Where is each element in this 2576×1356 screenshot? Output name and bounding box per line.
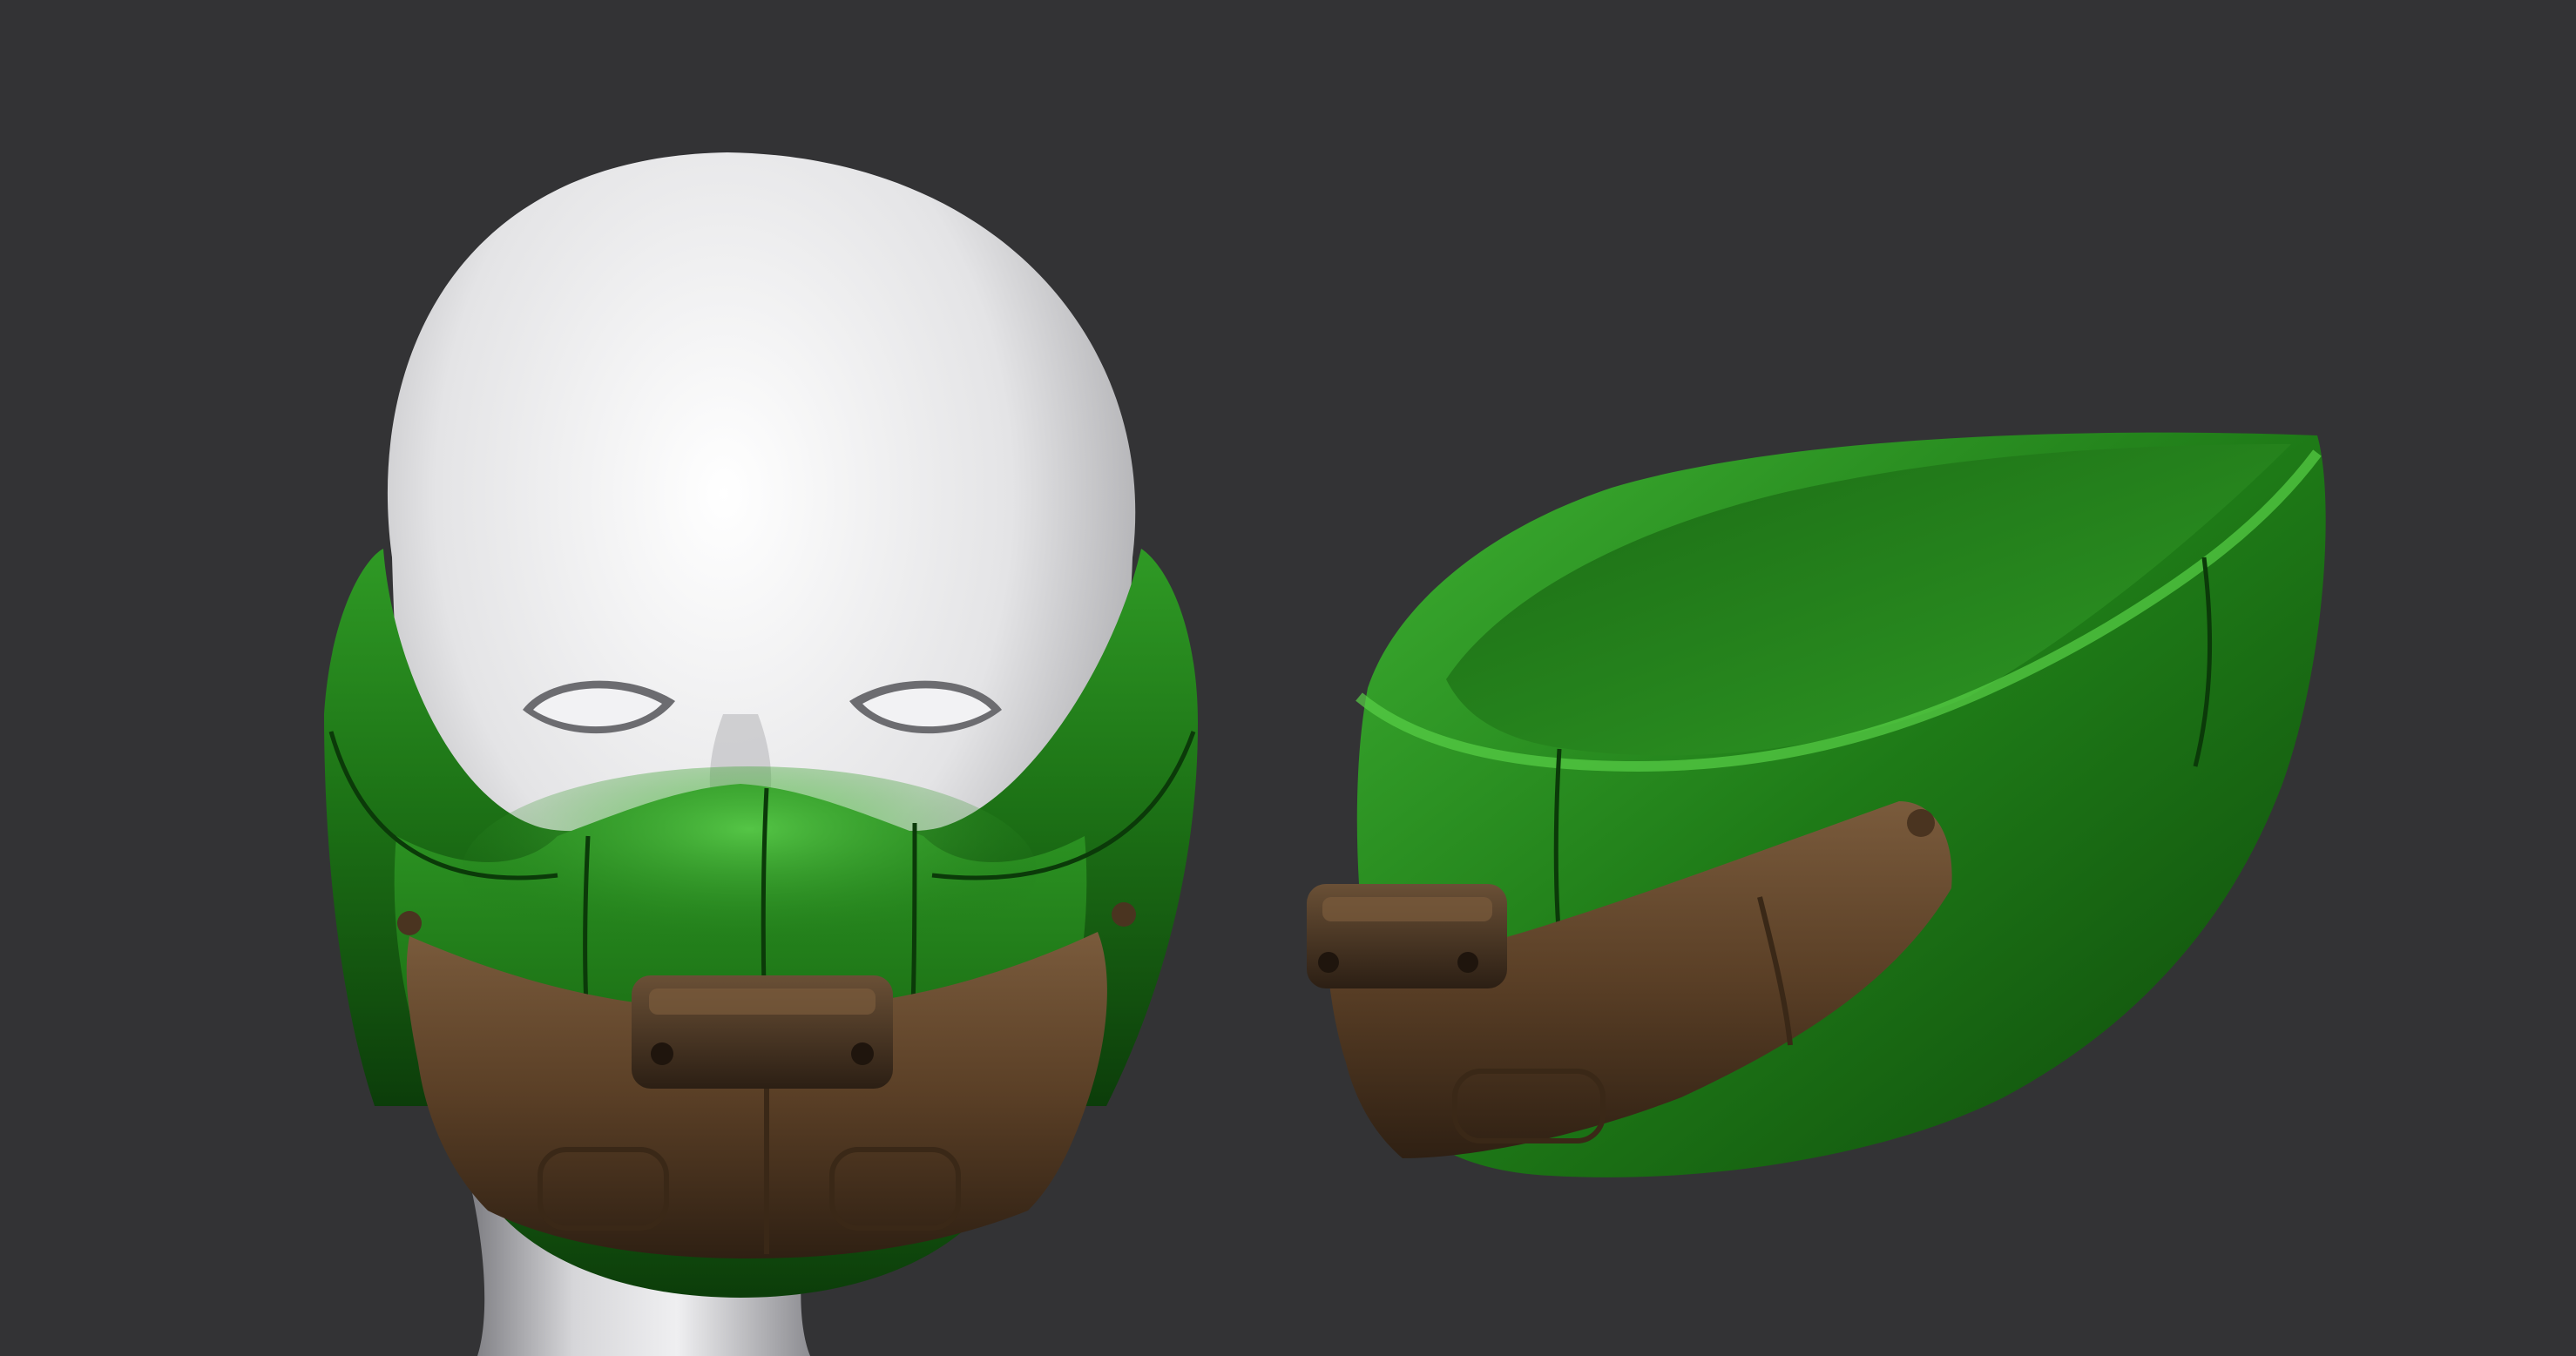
- side-buckle: [1307, 884, 1507, 988]
- front-view: [324, 152, 1198, 1356]
- rivet: [1112, 902, 1136, 927]
- rivet: [397, 911, 422, 935]
- mask-buckle: [632, 975, 893, 1089]
- rivet: [1907, 809, 1935, 837]
- render-viewport: [324, 152, 2326, 1356]
- side-view: [1307, 432, 2326, 1177]
